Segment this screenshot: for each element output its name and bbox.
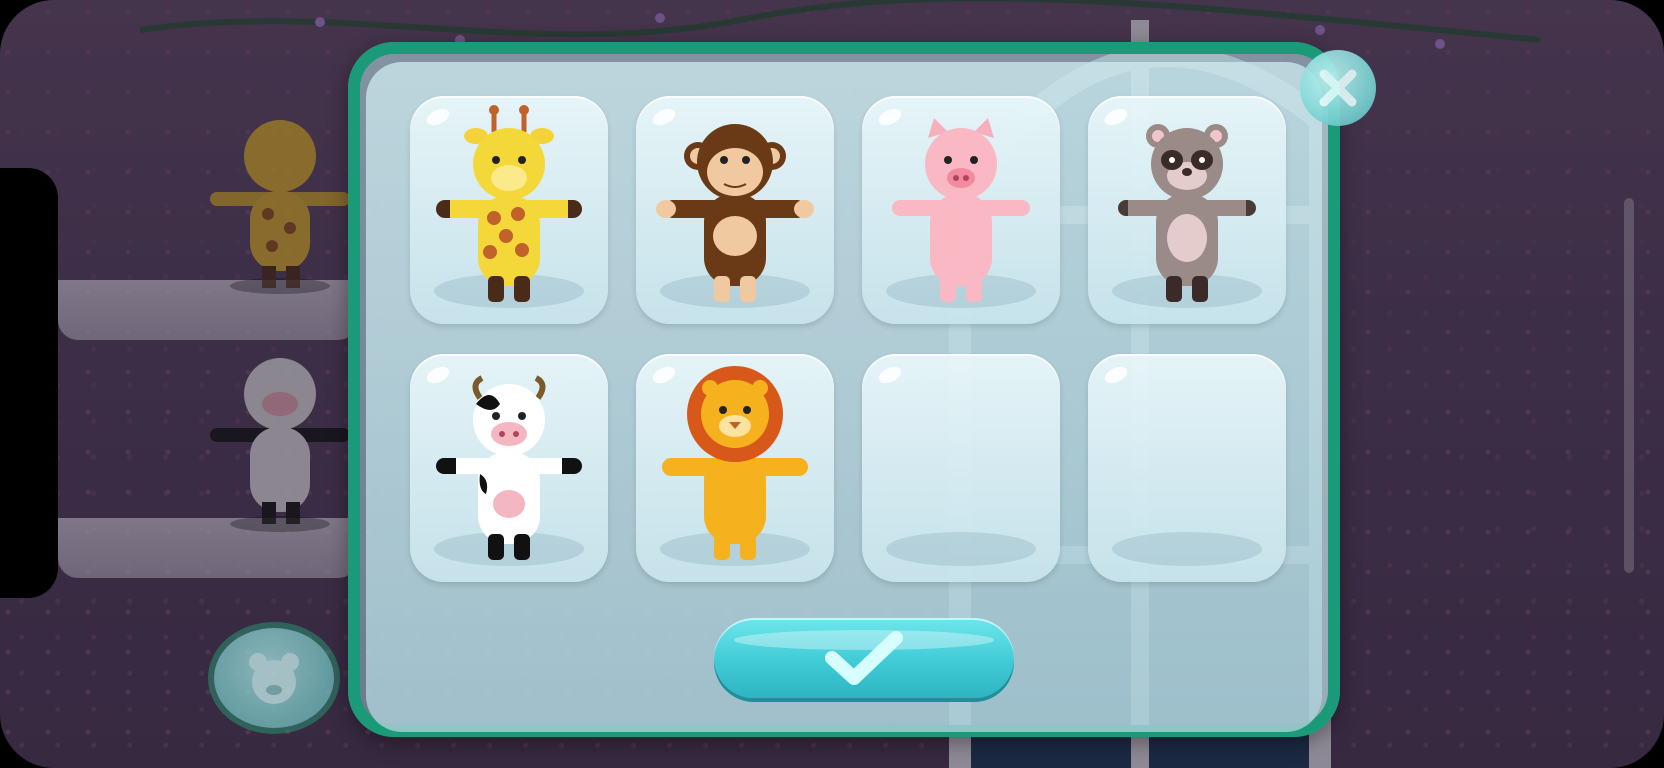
glass-highlight [876,363,904,387]
raccoon-icon [1118,124,1256,302]
home-indicator [1624,198,1634,573]
confirm-button[interactable] [714,618,1014,698]
pig-icon [892,118,1030,302]
cow-icon [436,375,582,560]
checkmark-icon [734,630,994,685]
device-notch [0,168,58,598]
toy-slot-lion[interactable] [636,354,834,582]
slot-floor [1112,532,1262,566]
giraffe-icon [436,105,582,302]
toy-slot-monkey[interactable] [636,96,834,324]
toy-slot-empty[interactable] [1088,354,1286,582]
slot-floor [886,532,1036,566]
game-scene [0,0,1664,768]
glass-highlight [1102,363,1130,387]
lion-icon [662,366,808,560]
toy-slot-giraffe[interactable] [410,96,608,324]
toy-slot-pig[interactable] [862,96,1060,324]
toy-slot-cow[interactable] [410,354,608,582]
toy-slot-empty[interactable] [862,354,1060,582]
monkey-icon [656,124,814,302]
close-icon [1319,69,1357,107]
close-button[interactable] [1300,50,1376,126]
bear-icon [249,653,299,704]
toy-slot-raccoon[interactable] [1088,96,1286,324]
toy-menu-button[interactable] [214,628,334,728]
